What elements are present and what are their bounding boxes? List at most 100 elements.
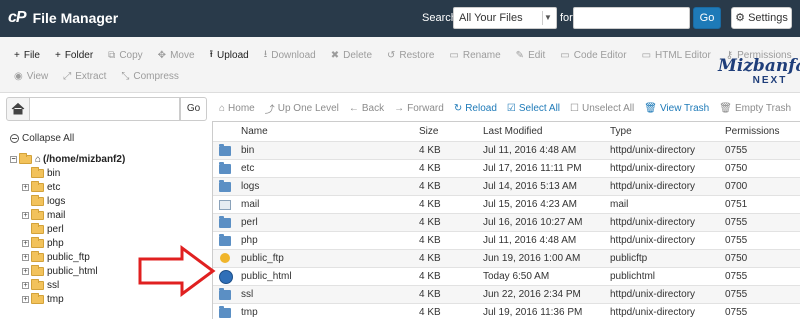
tree-item-bin[interactable]: bin bbox=[22, 166, 125, 180]
table-row[interactable]: bin 4 KB Jul 11, 2016 4:48 AM httpd/unix-di… bbox=[213, 142, 800, 160]
toolbar-code-editor-button[interactable]: ▭ Code Editor bbox=[560, 50, 626, 61]
toolbar-move-button[interactable]: ✥ Move bbox=[158, 50, 195, 61]
nav-forward-button[interactable]: → Forward bbox=[394, 103, 444, 114]
file-size: 4 KB bbox=[419, 235, 441, 246]
search-scope-select[interactable]: All Your Files ▼ bbox=[453, 7, 557, 29]
table-row[interactable]: public_html 4 KB Today 6:50 AM publichtml 07… bbox=[213, 268, 800, 286]
table-row[interactable]: mail 4 KB Jul 15, 2016 4:23 AM mail 0751 bbox=[213, 196, 800, 214]
toolbar-upload-button[interactable]: ⭱ Upload bbox=[210, 47, 249, 64]
toolbar-button-label: Copy bbox=[119, 49, 143, 61]
expand-toggle-icon[interactable]: + bbox=[22, 295, 29, 303]
file-table: Name Size Last Modified Type Permissions… bbox=[212, 121, 800, 319]
nav-button-label: Up One Level bbox=[277, 102, 339, 114]
rename-icon: ▭ bbox=[449, 49, 459, 61]
file-size: 4 KB bbox=[419, 199, 441, 210]
toolbar-delete-button[interactable]: ✖ Delete bbox=[331, 50, 372, 61]
expand-toggle-icon[interactable]: + bbox=[22, 239, 29, 247]
tree-root[interactable]: − ⌂ (/home/mizbanf2) bbox=[10, 152, 125, 166]
tree-item-label: tmp bbox=[47, 293, 64, 305]
search-input[interactable] bbox=[573, 7, 690, 29]
file-name: mail bbox=[241, 199, 260, 210]
folder-icon bbox=[31, 194, 44, 206]
path-go-button[interactable]: Go bbox=[180, 97, 207, 121]
search-go-button[interactable]: Go bbox=[693, 7, 721, 29]
nav-back-button[interactable]: ← Back bbox=[349, 103, 384, 114]
expand-toggle-icon[interactable]: + bbox=[22, 183, 29, 191]
toolbar-file-button[interactable]: + File bbox=[14, 50, 40, 61]
nav-button-label: Reload bbox=[465, 102, 497, 114]
toolbar-view-button[interactable]: ◉ View bbox=[14, 71, 48, 82]
toolbar-button-label: Move bbox=[170, 49, 195, 61]
file-name: ssl bbox=[241, 289, 254, 300]
nav-unselect-all-button[interactable]: ☐ Unselect All bbox=[570, 103, 634, 114]
path-input[interactable] bbox=[30, 97, 180, 121]
file-modified: Jul 16, 2016 10:27 AM bbox=[483, 217, 583, 228]
expand-toggle-icon[interactable]: + bbox=[22, 267, 29, 275]
file-modified: Jul 17, 2016 11:11 PM bbox=[483, 163, 582, 174]
table-row[interactable]: perl 4 KB Jul 16, 2016 10:27 AM httpd/unix-… bbox=[213, 214, 800, 232]
tree-item-public-ftp[interactable]: + public_ftp bbox=[22, 250, 125, 264]
table-row[interactable]: logs 4 KB Jul 14, 2016 5:13 AM httpd/unix-d… bbox=[213, 178, 800, 196]
collapse-all-link[interactable]: Collapse All bbox=[10, 133, 74, 144]
file-name: etc bbox=[241, 163, 255, 174]
nav-view-trash-button[interactable]: 🗑 View Trash bbox=[644, 103, 709, 114]
toolbar-row-primary: + File + Folder ⧉ Copy ✥ Move ⭱ Upload ⭳ Download ✖ D… bbox=[14, 46, 800, 64]
nav-reload-button[interactable]: ↻ Reload bbox=[454, 103, 497, 114]
table-row[interactable]: ssl 4 KB Jun 22, 2016 2:34 PM httpd/unix-di… bbox=[213, 286, 800, 304]
tree-item-php[interactable]: + php bbox=[22, 236, 125, 250]
expand-toggle-icon[interactable]: + bbox=[22, 211, 29, 219]
home-icon: ⌂ bbox=[219, 102, 226, 114]
toolbar-edit-button[interactable]: ✎ Edit bbox=[516, 50, 546, 61]
tree-item-mail[interactable]: + mail bbox=[22, 208, 125, 222]
nav-home-button[interactable]: ⌂ Home bbox=[219, 103, 255, 114]
column-header-permissions[interactable]: Permissions bbox=[725, 126, 779, 137]
file-type: httpd/unix-directory bbox=[610, 235, 696, 246]
column-header-type[interactable]: Type bbox=[610, 126, 632, 137]
toolbar-button-label: Upload bbox=[217, 49, 249, 61]
folder-icon bbox=[31, 166, 44, 178]
home-icon bbox=[11, 102, 25, 115]
toolbar-copy-button[interactable]: ⧉ Copy bbox=[108, 50, 143, 61]
code-editor-icon: ▭ bbox=[560, 49, 570, 61]
tree-item-etc[interactable]: + etc bbox=[22, 180, 125, 194]
column-header-name[interactable]: Name bbox=[241, 126, 268, 137]
file-type: httpd/unix-directory bbox=[610, 181, 696, 192]
toolbar-rename-button[interactable]: ▭ Rename bbox=[449, 50, 500, 61]
toolbar-folder-button[interactable]: + Folder bbox=[55, 50, 93, 61]
expand-toggle-icon[interactable]: + bbox=[22, 281, 29, 289]
toolbar-restore-button[interactable]: ↺ Restore bbox=[387, 50, 434, 61]
settings-button[interactable]: ⚙ Settings bbox=[731, 7, 792, 29]
toolbar-html-editor-button[interactable]: ▭ HTML Editor bbox=[642, 50, 711, 61]
nav-up-one-level-button[interactable]: ⤴ Up One Level bbox=[265, 101, 339, 116]
toolbar-download-button[interactable]: ⭳ Download bbox=[264, 47, 316, 64]
nav-empty-trash-button[interactable]: 🗑 Empty Trash bbox=[719, 103, 791, 114]
tree-item-ssl[interactable]: + ssl bbox=[22, 278, 125, 292]
file-name: perl bbox=[241, 217, 258, 228]
tree-item-tmp[interactable]: + tmp bbox=[22, 292, 125, 306]
column-header-modified[interactable]: Last Modified bbox=[483, 126, 542, 137]
table-row[interactable]: tmp 4 KB Jul 19, 2016 11:36 PM httpd/unix-d… bbox=[213, 304, 800, 319]
brand[interactable]: cP File Manager bbox=[8, 9, 118, 27]
expand-toggle-icon[interactable]: + bbox=[22, 253, 29, 261]
nav-select-all-button[interactable]: ☑ Select All bbox=[507, 103, 560, 114]
toolbar-button-label: Code Editor bbox=[573, 49, 627, 61]
trash-icon: 🗑 bbox=[719, 102, 732, 114]
collapse-toggle-icon[interactable]: − bbox=[10, 155, 17, 163]
table-row[interactable]: php 4 KB Jul 11, 2016 4:48 AM httpd/unix-di… bbox=[213, 232, 800, 250]
table-row[interactable]: public_ftp 4 KB Jun 19, 2016 1:00 AM public… bbox=[213, 250, 800, 268]
cpanel-logo-icon: cP bbox=[8, 9, 27, 26]
file-permissions: 0755 bbox=[725, 271, 748, 282]
tree-item-logs[interactable]: logs bbox=[22, 194, 125, 208]
tree-item-label: etc bbox=[47, 181, 61, 193]
tree-item-public-html[interactable]: + public_html bbox=[22, 264, 125, 278]
tree-item-label: php bbox=[47, 237, 64, 249]
file-name: public_html bbox=[241, 271, 292, 282]
home-directory-button[interactable] bbox=[6, 97, 30, 121]
column-header-size[interactable]: Size bbox=[419, 126, 438, 137]
file-type: httpd/unix-directory bbox=[610, 145, 696, 156]
tree-item-perl[interactable]: perl bbox=[22, 222, 125, 236]
table-row[interactable]: etc 4 KB Jul 17, 2016 11:11 PM httpd/unix-d… bbox=[213, 160, 800, 178]
tree-item-label: perl bbox=[47, 223, 64, 235]
toolbar-compress-button[interactable]: ⤡ Compress bbox=[121, 71, 179, 82]
toolbar-extract-button[interactable]: ⤢ Extract bbox=[63, 71, 106, 82]
